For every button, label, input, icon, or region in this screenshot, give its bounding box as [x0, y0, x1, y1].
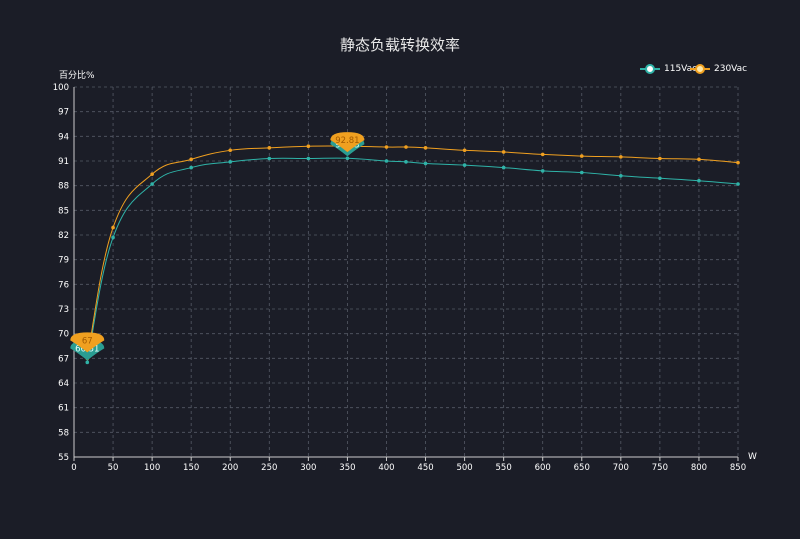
- data-point: [228, 160, 233, 164]
- y-tick-label: 70: [58, 330, 69, 340]
- x-tick-label: 700: [613, 463, 629, 473]
- chart-area: 55 58 61 64 67 70 73 76 79 82 85 88 91 94 97 100 0 50 100 1…: [53, 83, 746, 473]
- x-tick-label: 250: [261, 463, 277, 473]
- data-point: [267, 156, 272, 161]
- y-tick-label: 67: [58, 354, 69, 364]
- data-point: [658, 176, 662, 181]
- data-point: [579, 170, 584, 175]
- data-label: 92.81: [335, 136, 359, 146]
- data-point: [150, 172, 154, 176]
- x-tick-label: 650: [574, 463, 590, 473]
- y-tick-label: 64: [58, 379, 69, 389]
- data-point: [150, 182, 154, 186]
- data-point: [345, 156, 350, 161]
- x-tick-label: 50: [108, 463, 119, 473]
- y-tick-label: 73: [58, 305, 69, 315]
- data-point: [306, 156, 311, 161]
- data-point: [111, 225, 115, 230]
- data-point: [579, 154, 584, 158]
- data-point: [619, 174, 623, 178]
- x-tick-label: 500: [456, 463, 472, 473]
- x-tick-label: 200: [222, 463, 238, 473]
- data-point: [189, 157, 193, 162]
- data-point: [384, 145, 389, 149]
- y-tick-label: 88: [58, 182, 69, 192]
- data-point: [501, 165, 506, 170]
- data-point: [384, 159, 389, 163]
- x-tick-label: 450: [417, 463, 433, 473]
- data-point: [619, 155, 623, 159]
- data-point: [228, 148, 233, 153]
- y-tick-label: 82: [58, 231, 69, 241]
- data-point: [697, 178, 701, 183]
- y-tick-label: 61: [58, 404, 69, 414]
- data-point: [306, 144, 311, 148]
- x-tick-label: 600: [535, 463, 551, 473]
- data-label: 67: [82, 336, 93, 346]
- data-point: [404, 160, 408, 164]
- y-tick-label: 97: [58, 108, 69, 118]
- data-point: [189, 165, 193, 170]
- data-point: [540, 169, 545, 173]
- x-tick-label: 300: [300, 463, 316, 473]
- data-point: [85, 360, 90, 365]
- y-tick-label: 58: [58, 428, 69, 438]
- data-point: [697, 157, 701, 162]
- series-line-115Vac: [86, 157, 739, 363]
- x-tick-label: 100: [144, 463, 160, 473]
- data-point: [658, 156, 662, 161]
- data-point: [111, 235, 115, 240]
- data-point: [540, 152, 545, 157]
- x-tick-label: 400: [378, 463, 394, 473]
- x-tick-label: 150: [183, 463, 199, 473]
- data-point: [736, 182, 740, 186]
- data-point: [404, 145, 408, 149]
- data-point: [423, 146, 428, 150]
- y-tick-label: 76: [58, 280, 69, 290]
- y-tick-label: 79: [58, 256, 69, 266]
- x-tick-label: 750: [652, 463, 668, 473]
- series-line-230Vac: [86, 145, 739, 359]
- y-tick-label: 91: [58, 157, 69, 167]
- data-point: [462, 148, 467, 153]
- data-point: [423, 161, 428, 166]
- data-point: [462, 163, 467, 167]
- data-point: [736, 160, 740, 165]
- y-tick-label: 85: [58, 206, 69, 216]
- y-tick-label: 100: [53, 83, 69, 93]
- data-point: [501, 150, 506, 154]
- x-tick-label: 350: [339, 463, 355, 473]
- x-tick-label: 0: [71, 463, 76, 473]
- x-tick-label: 550: [496, 463, 512, 473]
- y-tick-label: 94: [58, 132, 69, 142]
- y-tick-label: 55: [58, 453, 69, 463]
- data-point: [267, 146, 272, 150]
- x-tick-label: 800: [691, 463, 707, 473]
- x-tick-label: 850: [730, 463, 746, 473]
